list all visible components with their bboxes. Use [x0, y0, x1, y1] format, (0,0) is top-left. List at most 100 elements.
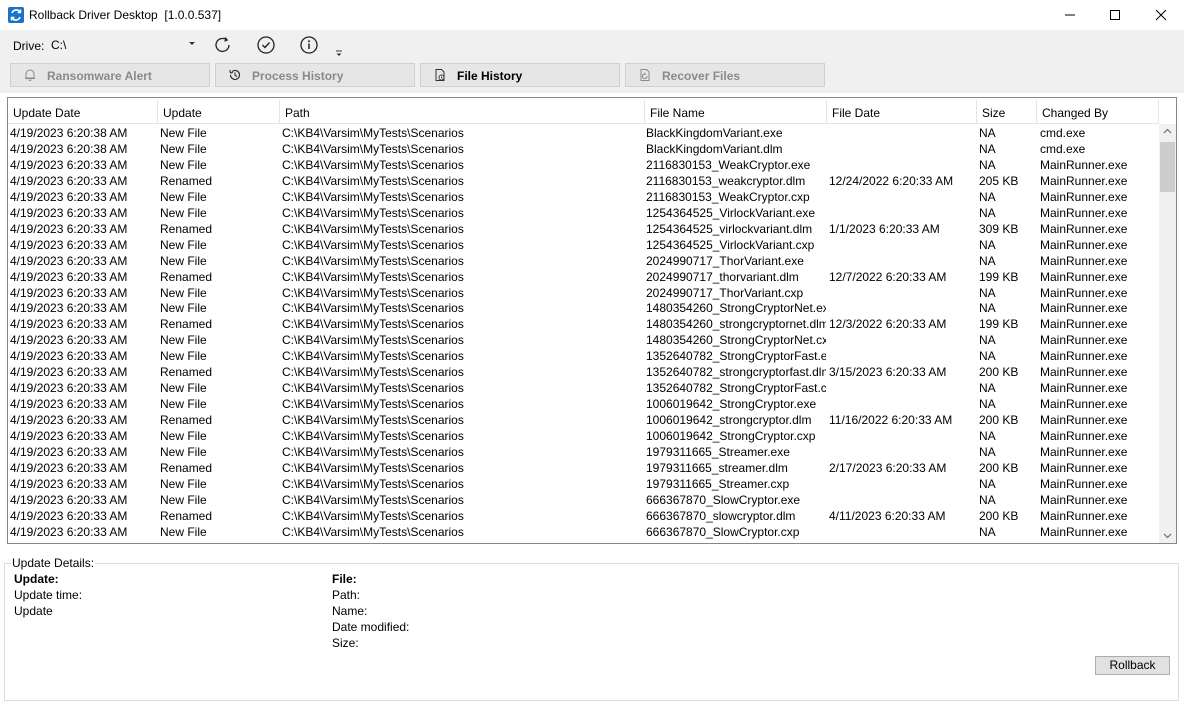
- cell-update: New File: [160, 476, 207, 491]
- file-history-grid[interactable]: Update Date Update Path File Name File D…: [7, 97, 1177, 544]
- cell-file-name: 1480354260_StrongCryptorNet.ex: [646, 301, 826, 316]
- table-row[interactable]: 4/19/2023 6:20:33 AM Renamed C:\KB4\Varsim…: [8, 173, 1159, 189]
- cell-file-name: 1254364525_VirlockVariant.exe: [646, 205, 816, 220]
- table-row[interactable]: 4/19/2023 6:20:38 AM New File C:\KB4\Varsi…: [8, 141, 1159, 157]
- table-row[interactable]: 4/19/2023 6:20:33 AM New File C:\KB4\Varsi…: [8, 492, 1159, 508]
- cell-file-name: 2024990717_ThorVariant.exe: [646, 253, 804, 268]
- maximize-button[interactable]: [1092, 0, 1138, 30]
- column-header-path[interactable]: Path: [280, 100, 645, 124]
- table-row[interactable]: 4/19/2023 6:20:38 AM New File C:\KB4\Varsi…: [8, 125, 1159, 141]
- close-button[interactable]: [1138, 0, 1184, 30]
- rollback-button[interactable]: Rollback: [1095, 656, 1170, 675]
- cell-file-name: 1006019642_StrongCryptor.cxp: [646, 429, 816, 444]
- table-row[interactable]: 4/19/2023 6:20:33 AM New File C:\KB4\Varsi…: [8, 476, 1159, 492]
- table-row[interactable]: 4/19/2023 6:20:33 AM New File C:\KB4\Varsi…: [8, 348, 1159, 364]
- cell-size: NA: [979, 189, 996, 204]
- toolbar: Drive: C:\ Ransomware Alert Process Hist…: [0, 30, 1184, 93]
- cell-file-name: 1480354260_StrongCryptorNet.cx: [646, 333, 826, 348]
- tab-file-history[interactable]: File History: [420, 63, 620, 87]
- table-row[interactable]: 4/19/2023 6:20:33 AM Renamed C:\KB4\Varsim…: [8, 269, 1159, 285]
- cell-size: NA: [979, 157, 996, 172]
- check-circle-icon: [257, 36, 275, 54]
- table-row[interactable]: 4/19/2023 6:20:33 AM Renamed C:\KB4\Varsim…: [8, 221, 1159, 237]
- cell-update-date: 4/19/2023 6:20:33 AM: [10, 189, 128, 204]
- drive-select-value: C:\: [51, 38, 67, 52]
- cell-update-date: 4/19/2023 6:20:33 AM: [10, 157, 128, 172]
- table-row[interactable]: 4/19/2023 6:20:33 AM New File C:\KB4\Varsi…: [8, 428, 1159, 444]
- cell-file-date: 3/15/2023 6:20:33 AM: [829, 365, 947, 380]
- table-row[interactable]: 4/19/2023 6:20:33 AM New File C:\KB4\Varsi…: [8, 157, 1159, 173]
- table-row[interactable]: 4/19/2023 6:20:33 AM New File C:\KB4\Varsi…: [8, 444, 1159, 460]
- table-row[interactable]: 4/19/2023 6:20:33 AM Renamed C:\KB4\Varsim…: [8, 364, 1159, 380]
- vertical-scrollbar[interactable]: [1159, 124, 1176, 543]
- cell-path: C:\KB4\Varsim\MyTests\Scenarios: [282, 429, 464, 444]
- cell-size: NA: [979, 445, 996, 459]
- cell-file-date: 11/16/2022 6:20:33 AM: [829, 413, 953, 428]
- cell-size: NA: [979, 301, 996, 316]
- cell-update-date: 4/19/2023 6:20:38 AM: [10, 141, 128, 156]
- column-header-file-date[interactable]: File Date: [827, 100, 977, 124]
- table-row[interactable]: 4/19/2023 6:20:33 AM Renamed C:\KB4\Varsim…: [8, 508, 1159, 524]
- drive-select[interactable]: C:\: [47, 35, 200, 55]
- cell-changed-by: MainRunner.exe: [1040, 317, 1128, 332]
- table-row[interactable]: 4/19/2023 6:20:33 AM New File C:\KB4\Varsi…: [8, 285, 1159, 301]
- verify-button[interactable]: [255, 34, 277, 56]
- cell-path: C:\KB4\Varsim\MyTests\Scenarios: [282, 285, 464, 300]
- size-label: Size:: [332, 636, 359, 650]
- cell-update-date: 4/19/2023 6:20:33 AM: [10, 237, 128, 252]
- cell-changed-by: MainRunner.exe: [1040, 285, 1128, 300]
- table-row[interactable]: 4/19/2023 6:20:33 AM Renamed C:\KB4\Varsim…: [8, 316, 1159, 332]
- cell-path: C:\KB4\Varsim\MyTests\Scenarios: [282, 492, 464, 507]
- table-row[interactable]: 4/19/2023 6:20:33 AM New File C:\KB4\Varsi…: [8, 332, 1159, 348]
- cell-size: NA: [979, 205, 996, 220]
- table-row[interactable]: 4/19/2023 6:20:33 AM New File C:\KB4\Varsi…: [8, 380, 1159, 396]
- cell-changed-by: MainRunner.exe: [1040, 413, 1128, 428]
- cell-update: Renamed: [160, 173, 213, 188]
- column-header-file-name[interactable]: File Name: [645, 100, 827, 124]
- toolbar-overflow-button[interactable]: [335, 46, 343, 60]
- table-row[interactable]: 4/19/2023 6:20:33 AM New File C:\KB4\Varsi…: [8, 396, 1159, 412]
- update-heading: Update:: [14, 572, 59, 586]
- cell-path: C:\KB4\Varsim\MyTests\Scenarios: [282, 317, 464, 332]
- cell-update: Renamed: [160, 460, 213, 475]
- column-header-size[interactable]: Size: [977, 100, 1037, 124]
- cell-file-date: 12/24/2022 6:20:33 AM: [829, 173, 954, 188]
- cell-update: New File: [160, 492, 207, 507]
- table-row[interactable]: 4/19/2023 6:20:33 AM Renamed C:\KB4\Varsim…: [8, 460, 1159, 476]
- tab-ransomware-alert[interactable]: Ransomware Alert: [10, 63, 210, 87]
- recover-file-icon: [640, 69, 650, 81]
- refresh-button[interactable]: [212, 34, 234, 56]
- tab-process-history[interactable]: Process History: [215, 63, 415, 87]
- cell-file-name: 1006019642_strongcryptor.dlm: [646, 413, 812, 428]
- column-header-changed-by[interactable]: Changed By: [1037, 100, 1159, 124]
- table-row[interactable]: 4/19/2023 6:20:33 AM New File C:\KB4\Varsi…: [8, 524, 1159, 540]
- column-header-update-date[interactable]: Update Date: [8, 100, 158, 124]
- minimize-button[interactable]: [1047, 0, 1093, 30]
- cell-file-name: 666367870_slowcryptor.dlm: [646, 508, 796, 523]
- cell-update: New File: [160, 429, 207, 444]
- cell-size: NA: [979, 237, 996, 252]
- table-row[interactable]: 4/19/2023 6:20:33 AM New File C:\KB4\Varsi…: [8, 253, 1159, 269]
- table-row[interactable]: 4/19/2023 6:20:33 AM Renamed C:\KB4\Varsim…: [8, 412, 1159, 428]
- app-logo-icon: [8, 7, 24, 23]
- table-row[interactable]: 4/19/2023 6:20:33 AM New File C:\KB4\Varsi…: [8, 300, 1159, 316]
- title-bar: Rollback Driver Desktop [1.0.0.537]: [0, 0, 1184, 30]
- cell-update: New File: [160, 381, 207, 396]
- scrollbar-thumb[interactable]: [1160, 142, 1175, 192]
- cell-update: New File: [160, 524, 207, 539]
- cell-path: C:\KB4\Varsim\MyTests\Scenarios: [282, 413, 464, 428]
- column-header-update[interactable]: Update: [158, 100, 280, 124]
- info-button[interactable]: [298, 34, 320, 56]
- cell-size: NA: [979, 333, 996, 348]
- overflow-icon: [336, 50, 342, 56]
- cell-file-name: 2024990717_ThorVariant.cxp: [646, 285, 804, 300]
- table-row[interactable]: 4/19/2023 6:20:33 AM New File C:\KB4\Varsi…: [8, 189, 1159, 205]
- cell-changed-by: MainRunner.exe: [1040, 157, 1128, 172]
- cell-update-date: 4/19/2023 6:20:33 AM: [10, 285, 128, 300]
- table-row[interactable]: 4/19/2023 6:20:33 AM New File C:\KB4\Varsi…: [8, 237, 1159, 253]
- cell-path: C:\KB4\Varsim\MyTests\Scenarios: [282, 524, 464, 539]
- cell-update-date: 4/19/2023 6:20:33 AM: [10, 269, 128, 284]
- tab-recover-files[interactable]: Recover Files: [625, 63, 825, 87]
- cell-file-date: 4/11/2023 6:20:33 AM: [829, 508, 946, 523]
- table-row[interactable]: 4/19/2023 6:20:33 AM New File C:\KB4\Varsi…: [8, 205, 1159, 221]
